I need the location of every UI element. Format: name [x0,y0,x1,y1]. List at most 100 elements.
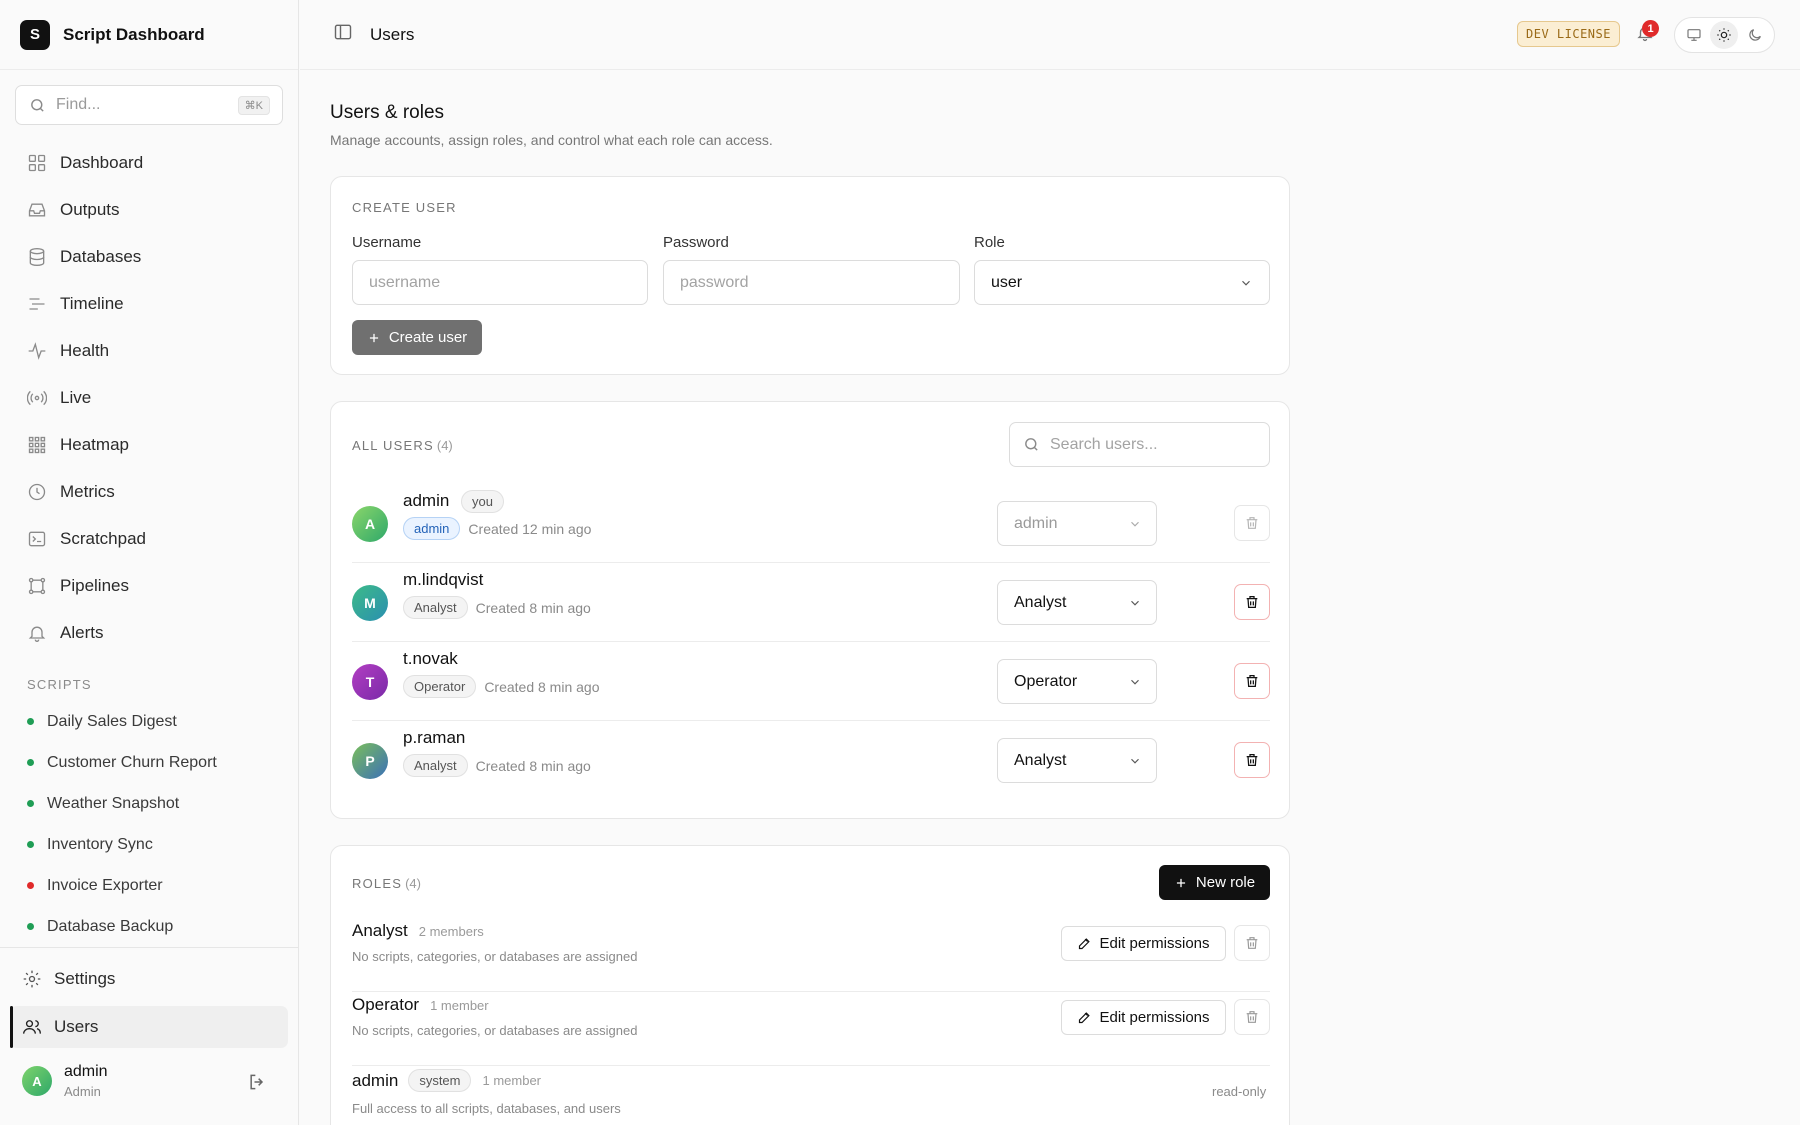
created-time: Created 8 min ago [475,757,591,774]
script-item[interactable]: Inventory Sync [27,824,217,865]
status-dot [27,882,34,889]
script-item[interactable]: Customer Churn Report [27,742,217,783]
edit-permissions-label: Edit permissions [1099,1009,1210,1026]
delete-user-button [1234,505,1270,541]
notification-count: 1 [1642,20,1659,37]
plus-icon [1176,878,1185,887]
roles-title: ROLES [352,876,403,891]
script-item[interactable]: Database Backup [27,906,217,947]
role-description: No scripts, categories, or databases are… [352,1023,638,1038]
nav-item-alerts[interactable]: Alerts [15,609,285,656]
chevron-down-icon [1131,521,1139,527]
nav-item-label: Live [60,387,92,407]
grid-icon [28,154,46,171]
roles-count: (4) [405,876,421,891]
nav-item-label: Pipelines [60,575,129,595]
edit-permissions-button[interactable]: Edit permissions [1061,1000,1226,1035]
users-icon [23,1020,41,1034]
delete-user-button[interactable] [1234,584,1270,620]
script-item[interactable]: Invoice Exporter [27,865,217,906]
profile[interactable]: A admin Admin [22,1063,272,1099]
nav-item-health[interactable]: Health [15,327,285,374]
create-user-card: CREATE USER Username username Password p… [330,176,1290,375]
nav-item-users[interactable]: Users [10,1006,288,1048]
nav-item-databases[interactable]: Databases [15,233,285,280]
inbox-icon [28,203,46,216]
delete-role-button[interactable] [1234,925,1270,961]
username-placeholder: username [369,273,441,291]
toggle-sidebar-button[interactable] [333,22,353,47]
sidebar-footer-divider [0,947,299,948]
nav-item-label: Dashboard [60,152,144,172]
chevron-down-icon [1242,280,1250,286]
user-role-select: admin [997,501,1157,546]
logout-button[interactable] [247,1072,267,1097]
theme-dark-button[interactable] [1741,21,1769,49]
created-time: Created 8 min ago [484,678,600,695]
find-input[interactable]: Find... ⌘K [15,85,283,125]
license-badge: DEV LICENSE [1517,21,1620,47]
read-only-status: read-only [1212,1084,1267,1099]
logout-icon [250,1074,264,1090]
status-dot [27,923,34,930]
edit-permissions-button[interactable]: Edit permissions [1061,926,1226,961]
delete-role-button[interactable] [1234,999,1270,1035]
role-select[interactable]: user [974,260,1270,305]
create-user-button[interactable]: Create user [352,320,482,355]
page-breadcrumb: Users [370,24,415,44]
search-users-input[interactable]: Search users... [1009,422,1270,467]
avatar: A [22,1066,52,1096]
nav-item-outputs[interactable]: Outputs [15,186,285,233]
password-input[interactable]: password [663,260,960,305]
role-select-value: user [991,273,1023,291]
create-user-label: CREATE USER [352,200,457,215]
role-members: 1 member [430,997,489,1013]
trash-icon [1246,675,1258,687]
search-icon [1025,438,1038,451]
nav-item-settings[interactable]: Settings [10,958,288,1000]
script-item[interactable]: Weather Snapshot [27,783,217,824]
chevron-down-icon [1131,679,1139,685]
nav-item-metrics[interactable]: Metrics [15,468,285,515]
avatar: P [352,743,388,779]
delete-user-button[interactable] [1234,742,1270,778]
role-name: Operator [352,995,420,1014]
delete-user-button[interactable] [1234,663,1270,699]
theme-system-button[interactable] [1680,21,1708,49]
role-row: admin system 1 member Full access to all… [352,1066,1270,1125]
new-role-label: New role [1195,874,1256,891]
role-badge: Operator [403,675,477,698]
user-role-select[interactable]: Operator [997,659,1157,704]
user-role-select[interactable]: Analyst [997,738,1157,783]
script-label: Invoice Exporter [47,876,163,894]
nav-item-label: Scratchpad [60,528,146,548]
terminal-icon [28,531,46,546]
role-badge: admin [403,517,461,540]
heatmap-icon [28,436,46,453]
pipeline-icon [28,577,46,594]
nav-item-pipelines[interactable]: Pipelines [15,562,285,609]
main-nav: Dashboard Outputs Databases Timeline Hea… [15,139,285,656]
role-name: Analyst [352,921,408,940]
user-name: p.raman [403,728,466,747]
nav-item-heatmap[interactable]: Heatmap [15,421,285,468]
status-dot [27,759,34,766]
nav-item-dashboard[interactable]: Dashboard [15,139,285,186]
username-input[interactable]: username [352,260,648,305]
nav-item-label: Alerts [60,622,104,642]
nav-item-live[interactable]: Live [15,374,285,421]
new-role-button[interactable]: New role [1159,865,1270,900]
password-placeholder: password [680,273,749,291]
nav-item-timeline[interactable]: Timeline [15,280,285,327]
theme-light-button[interactable] [1710,21,1739,49]
nav-item-scratchpad[interactable]: Scratchpad [15,515,285,562]
script-item[interactable]: Daily Sales Digest [27,701,217,742]
user-name: t.novak [403,649,458,668]
plus-icon [369,333,378,342]
user-role-select[interactable]: Analyst [997,580,1157,625]
role-members: 1 member [482,1073,542,1088]
script-label: Daily Sales Digest [47,712,177,730]
brand[interactable]: S Script Dashboard [0,0,298,70]
search-users-placeholder: Search users... [1050,435,1158,453]
edit-icon [1079,938,1091,950]
